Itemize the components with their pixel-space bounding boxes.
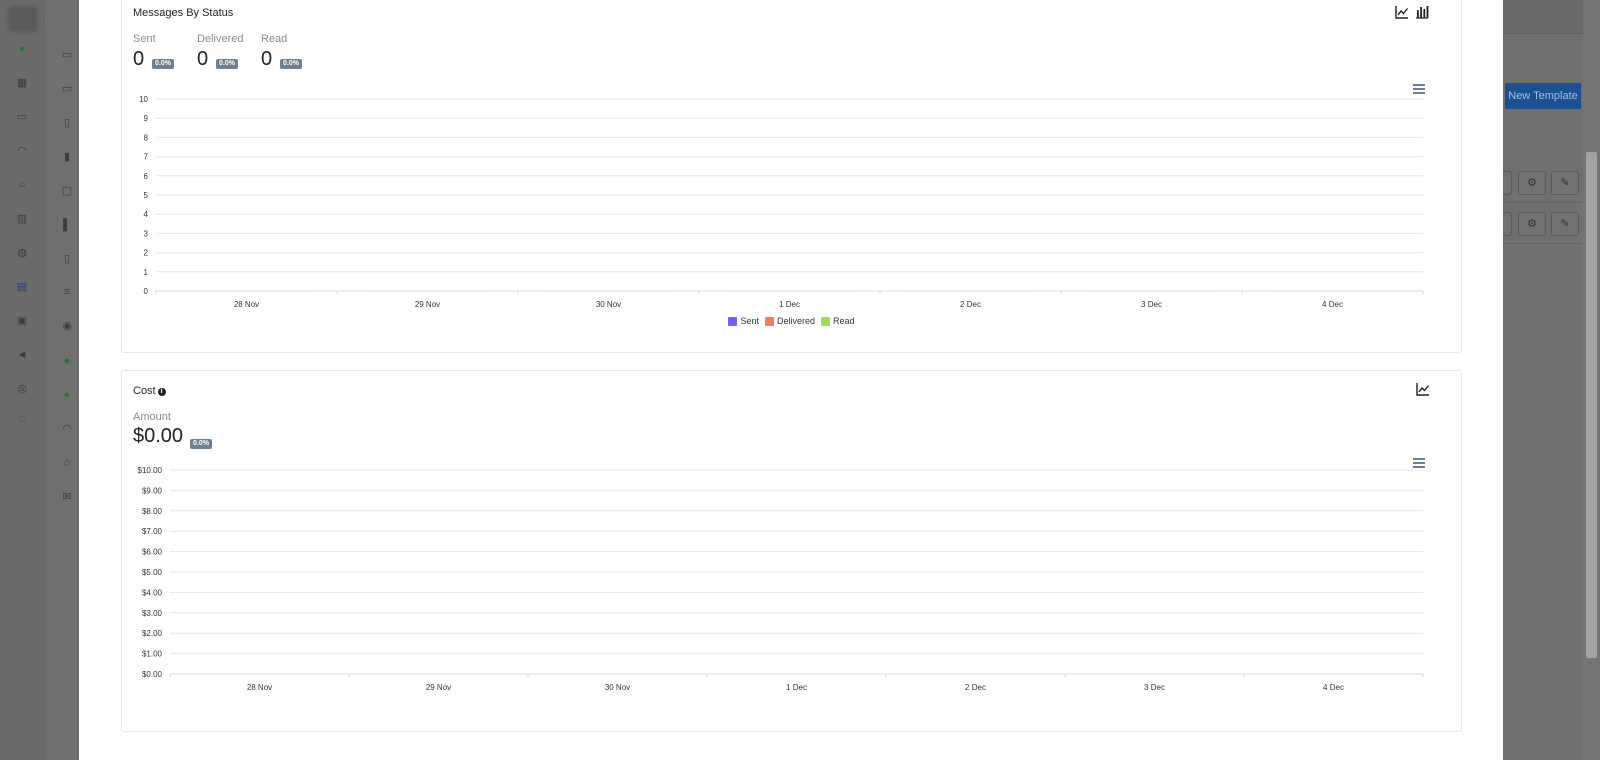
- grid-icon: ▦: [16, 77, 28, 89]
- pencil-icon: ✎: [1551, 171, 1579, 195]
- whatsapp-icon: ●: [63, 355, 71, 367]
- y-tick-label: $8.00: [142, 507, 163, 516]
- archive-icon: ▣: [16, 315, 28, 327]
- app-logo: [8, 6, 38, 32]
- support-icon: ◎: [17, 383, 27, 395]
- legend-swatch: [764, 316, 774, 326]
- clipboard-icon: ▯: [63, 253, 71, 265]
- y-tick-label: 7: [144, 153, 149, 162]
- y-tick-label: 3: [144, 229, 149, 238]
- help-icon: ◌: [18, 413, 26, 425]
- y-tick-label: 4: [144, 210, 149, 219]
- chart-legend: Sent Delivered Read: [122, 316, 1461, 328]
- y-tick-label: $6.00: [142, 548, 163, 557]
- star-icon: ☆: [62, 457, 72, 469]
- y-tick-label: $0.00: [142, 670, 163, 679]
- account-icon: ◉: [62, 320, 72, 332]
- x-tick-label: 29 Nov: [415, 300, 440, 309]
- legend-item[interactable]: Sent: [728, 316, 759, 326]
- x-tick-label: 28 Nov: [234, 300, 259, 309]
- y-tick-label: $9.00: [142, 486, 163, 495]
- y-tick-label: 0: [144, 287, 149, 296]
- legend-item[interactable]: Delivered: [764, 316, 816, 326]
- y-tick-label: $1.00: [142, 650, 163, 659]
- bookmark-icon: ▮: [63, 151, 71, 163]
- row-divider: [1503, 243, 1583, 244]
- y-tick-label: $4.00: [142, 588, 163, 597]
- globe-icon: ◍: [17, 247, 27, 259]
- card-icon: ▭: [61, 49, 73, 61]
- y-tick-label: 6: [144, 172, 149, 181]
- row-action-stub: [1503, 171, 1512, 195]
- legend-swatch: [821, 316, 831, 326]
- y-tick-label: 8: [144, 133, 149, 142]
- list-icon: ≡: [63, 286, 71, 298]
- x-tick-label: 1 Dec: [779, 300, 800, 309]
- headset-icon: ◠: [17, 145, 27, 157]
- x-tick-label: 2 Dec: [965, 683, 986, 692]
- x-tick-label: 1 Dec: [786, 683, 807, 692]
- y-tick-label: $7.00: [142, 527, 163, 536]
- y-tick-label: 10: [139, 95, 148, 104]
- new-template-button: New Template: [1505, 83, 1581, 109]
- x-tick-label: 2 Dec: [960, 300, 981, 309]
- background-nav-rail: ● ▦ ▭ ◠ ○ ▥ ◍ ▤ ▣ ◄ ◎ ◌: [0, 0, 44, 760]
- y-tick-label: 1: [144, 268, 149, 277]
- reports-modal: Messages By Status Sent 0 0.0% Delivered…: [79, 0, 1503, 760]
- gears-icon: ⚙: [1518, 212, 1546, 236]
- messages-by-status-card: Messages By Status Sent 0 0.0% Delivered…: [121, 0, 1462, 353]
- template-icon: ▤: [16, 281, 28, 293]
- row-action-stub: [1503, 212, 1512, 236]
- x-tick-label: 3 Dec: [1141, 300, 1162, 309]
- row-divider: [1503, 202, 1583, 203]
- background-sub-nav: ▭ ▭ ▯ ▮ ▢ ▌ ▯ ≡ ◉ ● ● ◠ ☆ ✉: [44, 0, 79, 760]
- legend-swatch: [728, 316, 738, 326]
- whatsapp-icon: ●: [63, 389, 71, 401]
- mail-icon: ✉: [62, 491, 72, 503]
- x-tick-label: 30 Nov: [605, 683, 630, 692]
- x-tick-label: 28 Nov: [247, 683, 272, 692]
- legend-label: Delivered: [776, 316, 816, 326]
- x-tick-label: 30 Nov: [596, 300, 621, 309]
- y-tick-label: $3.00: [142, 609, 163, 618]
- presentation-icon: ▭: [16, 111, 28, 123]
- y-tick-label: $2.00: [142, 629, 163, 638]
- legend-label: Sent: [740, 316, 759, 326]
- share-icon: ▢: [61, 185, 73, 197]
- x-tick-label: 3 Dec: [1144, 683, 1165, 692]
- scrollbar-thumb[interactable]: [1586, 152, 1597, 658]
- x-tick-label: 4 Dec: [1323, 683, 1344, 692]
- megaphone-icon: ◄: [16, 349, 28, 361]
- x-tick-label: 29 Nov: [426, 683, 451, 692]
- bag-icon: ▯: [63, 117, 71, 129]
- bar-chart-icon: ▌: [63, 219, 71, 231]
- bell-icon: ◠: [62, 423, 72, 435]
- x-tick-label: 4 Dec: [1322, 300, 1343, 309]
- user-icon: ○: [18, 179, 26, 191]
- chat-icon: ●: [18, 43, 26, 55]
- gears-icon: ⚙: [1518, 171, 1546, 195]
- cost-chart: $0.00 $1.00 $2.00 $3.00 $4.00 $5.00 $6.00 $7.00…: [138, 466, 1424, 692]
- card-icon: ▭: [61, 83, 73, 95]
- cost-card: Cost i Amount $0.00 0.0% $0.00 $1.00 $2.00 $…: [121, 370, 1462, 732]
- y-tick-label: $10.00: [138, 466, 163, 475]
- y-tick-label: 9: [144, 114, 149, 123]
- messages-status-chart: 0 1 2 3 4 5 6 7 8 9 10 28 Nov 29 Nov 30 Nov 1 Dec 2 Dec…: [139, 95, 1424, 309]
- y-tick-label: 2: [144, 249, 149, 258]
- legend-label: Read: [833, 316, 855, 326]
- legend-item[interactable]: Read: [821, 316, 855, 326]
- layout-icon: ▥: [16, 213, 28, 225]
- y-tick-label: 5: [144, 191, 149, 200]
- pencil-icon: ✎: [1551, 212, 1579, 236]
- y-tick-label: $5.00: [142, 568, 163, 577]
